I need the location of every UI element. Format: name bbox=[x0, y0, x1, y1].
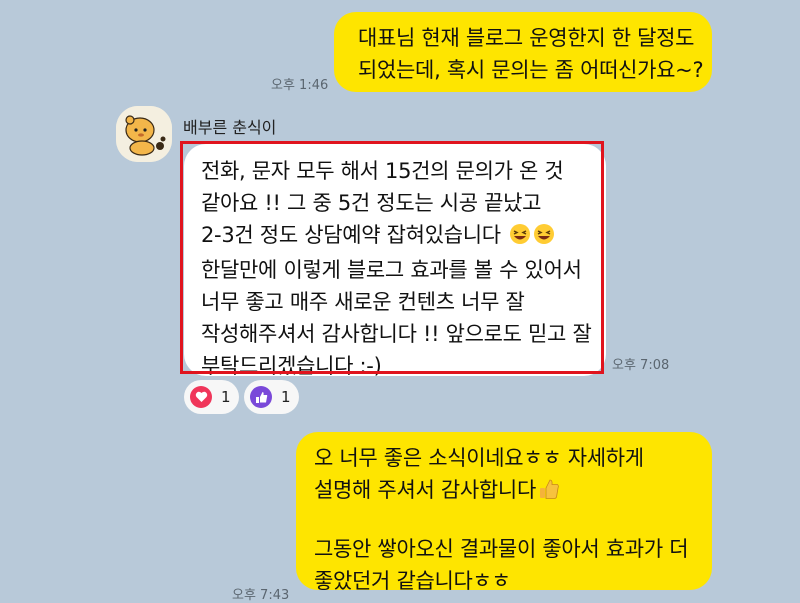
message-line: 부탁드리겠습니다 :-) bbox=[201, 354, 382, 378]
message-line-with-emoji: 설명해 주셔서 감사합니다 bbox=[314, 474, 694, 509]
message-timestamp: 오후 7:08 bbox=[612, 358, 670, 373]
heart-reaction[interactable]: 1 bbox=[184, 380, 239, 414]
message-line: 대표님 현재 블로그 운영한지 한 달정도 bbox=[358, 26, 695, 50]
reaction-count: 1 bbox=[281, 388, 291, 406]
reaction-count: 1 bbox=[221, 388, 231, 406]
message-line: 작성해주셔서 감사합니다 !! 앞으로도 믿고 잘 bbox=[201, 322, 592, 346]
message-line: 같아요 !! 그 중 5건 정도는 시공 끝났고 bbox=[201, 191, 542, 215]
thumbs-up-reaction[interactable]: 1 bbox=[244, 380, 299, 414]
choonsik-avatar-icon bbox=[116, 106, 172, 162]
message-line: 2-3건 정도 상담예약 잡혀있습니다 bbox=[201, 223, 501, 247]
message-line: 되었는데, 혹시 문의는 좀 어떠신가요~? bbox=[358, 58, 704, 82]
message-timestamp: 오후 1:46 bbox=[271, 78, 329, 93]
message-spacer bbox=[314, 509, 694, 533]
message-line: 너무 좋고 매주 새로운 컨텐츠 너무 잘 bbox=[201, 290, 525, 314]
message-line: 좋았던거 같습니다ㅎㅎ bbox=[314, 569, 511, 593]
thumbs-up-emoji-icon bbox=[538, 477, 560, 509]
message-line: 오 너무 좋은 소식이네요ㅎㅎ 자세하게 bbox=[314, 446, 644, 470]
heart-icon bbox=[190, 386, 212, 408]
incoming-message-bubble[interactable]: 전화, 문자 모두 해서 15건의 문의가 온 것 같아요 !! 그 중 5건 … bbox=[184, 144, 606, 378]
message-line: 설명해 주셔서 감사합니다 bbox=[314, 478, 536, 502]
laughing-emoji-icon bbox=[533, 222, 555, 254]
message-line: 전화, 문자 모두 해서 15건의 문의가 온 것 bbox=[201, 159, 564, 183]
outgoing-message-bubble[interactable]: 대표님 현재 블로그 운영한지 한 달정도 되었는데, 혹시 문의는 좀 어떠신… bbox=[334, 12, 712, 92]
message-line: 그동안 쌓아오신 결과물이 좋아서 효과가 더 bbox=[314, 537, 689, 561]
message-line-with-emoji: 2-3건 정도 상담예약 잡혀있습니다 bbox=[201, 219, 589, 254]
thumbs-up-icon bbox=[250, 386, 272, 408]
outgoing-message-bubble[interactable]: 오 너무 좋은 소식이네요ㅎㅎ 자세하게 설명해 주셔서 감사합니다 그동안 쌓… bbox=[296, 432, 712, 593]
message-line: 한달만에 이렇게 블로그 효과를 볼 수 있어서 bbox=[201, 258, 582, 282]
avatar[interactable] bbox=[116, 106, 172, 162]
sender-name: 배부른 춘식이 bbox=[183, 118, 277, 137]
laughing-emoji-icon bbox=[509, 222, 531, 254]
message-timestamp: 오후 7:43 bbox=[232, 588, 290, 603]
